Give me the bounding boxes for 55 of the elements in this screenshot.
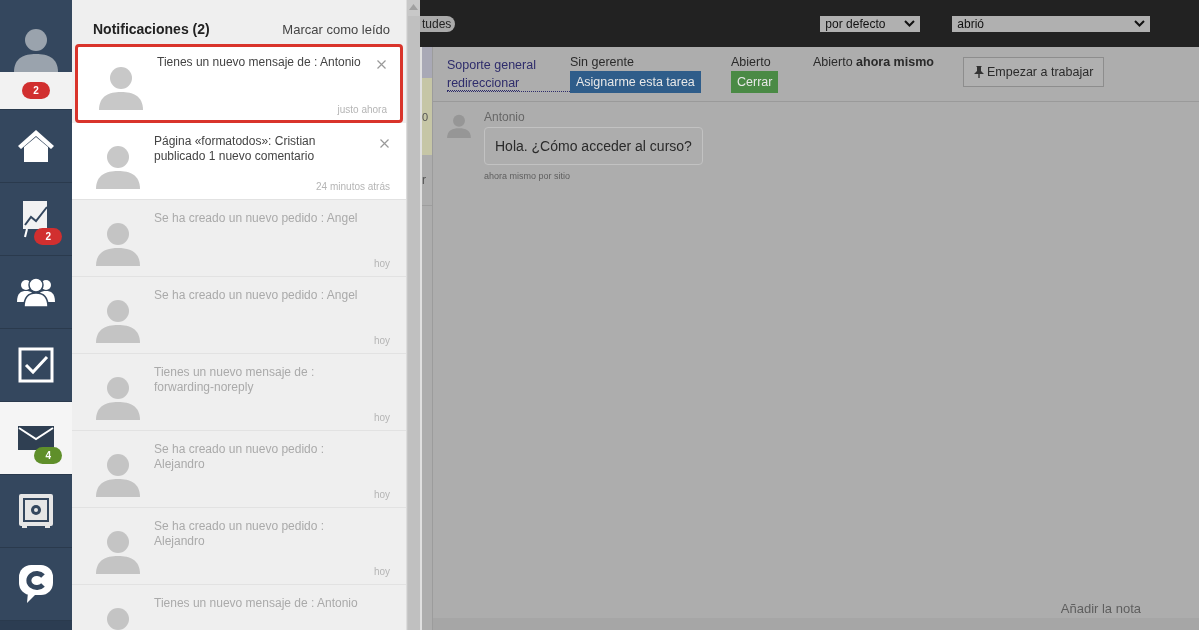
panel-title: Notificaciones (2): [93, 21, 210, 37]
action-button[interactable]: Asignarme esta tarea: [570, 71, 701, 93]
safe-icon: [18, 493, 54, 529]
field-label: Soporte general: [447, 58, 536, 73]
nav-item[interactable]: [0, 329, 72, 402]
checkbox-icon: [18, 347, 54, 383]
nav-item[interactable]: [0, 256, 72, 329]
notification-text: Se ha creado un nuevo pedido : Angel: [154, 211, 359, 226]
notification-text: Tienes un nuevo mensaje de : Antonio: [154, 596, 359, 611]
message-bubble: Hola. ¿Cómo acceder al curso?: [484, 127, 703, 165]
list-row[interactable]: 0: [422, 78, 432, 155]
nav-item[interactable]: [0, 475, 72, 548]
close-icon: [380, 139, 389, 148]
notification-text: Se ha creado un nuevo pedido : Alejandro: [154, 519, 326, 549]
close-icon: [377, 60, 386, 69]
caret-icon: [904, 20, 916, 27]
count-badge: 2: [34, 228, 62, 245]
timestamp: justo ahora: [336, 104, 387, 115]
nav-item[interactable]: [0, 110, 72, 183]
chat-bubble-icon: [18, 564, 54, 604]
author-name: Antonio: [484, 110, 526, 124]
notification-text: Se ha creado un nuevo pedido : Alejandro: [154, 442, 326, 472]
action-button[interactable]: Cerrar: [731, 71, 779, 93]
status-text: Abierto ahora mismo: [813, 55, 934, 70]
envelope-icon: [18, 426, 54, 450]
count-badge: 2: [22, 82, 50, 99]
notification-text: Tienes un nuevo mensaje de : Antonio: [157, 55, 362, 70]
notification-text: Tienes un nuevo mensaje de : forwarding-noreply: [154, 365, 316, 395]
dropdown[interactable]: abrió: [952, 15, 1151, 32]
text-fragment: r: [422, 174, 426, 186]
caret-icon: [1134, 20, 1146, 27]
notification-item[interactable]: Tienes un nuevo mensaje de : Antonio justo ahora: [75, 44, 403, 123]
field-label: Sin gerente: [570, 55, 634, 70]
start-work-button[interactable]: Empezar a trabajar: [963, 57, 1105, 87]
dropdown[interactable]: por defecto: [820, 15, 921, 32]
notification-text: Página «formatodos»: Cristian publicado 1 nuevo comentario: [154, 134, 317, 164]
tag-chip: tudes: [420, 15, 456, 32]
nav-item[interactable]: 4: [0, 402, 72, 475]
notification-item[interactable]: Página «formatodos»: Cristian publicado 1 nuevo comentario 24 minutos atrás: [72, 123, 406, 200]
field-label: Abierto: [731, 55, 771, 70]
count-badge: 4: [34, 447, 62, 464]
home-icon: [16, 128, 56, 164]
text-fragment: 0: [422, 110, 429, 123]
people-icon: [16, 276, 56, 308]
profile-menu[interactable]: 2: [0, 0, 72, 110]
nav-item[interactable]: [0, 548, 72, 621]
mark-read-link[interactable]: Marcar como leído: [282, 22, 390, 37]
nav-item[interactable]: 2: [0, 183, 72, 256]
add-note-link[interactable]: Añadir la nota: [1060, 601, 1141, 616]
message-meta: ahora mismo por sitio: [484, 171, 572, 181]
redirect-link[interactable]: redireccionar: [447, 76, 520, 91]
pin-icon: [974, 66, 984, 78]
scroll-up-icon: [409, 4, 418, 10]
timestamp: 24 minutos atrás: [315, 181, 390, 192]
notification-text: Se ha creado un nuevo pedido : Angel: [154, 288, 359, 303]
